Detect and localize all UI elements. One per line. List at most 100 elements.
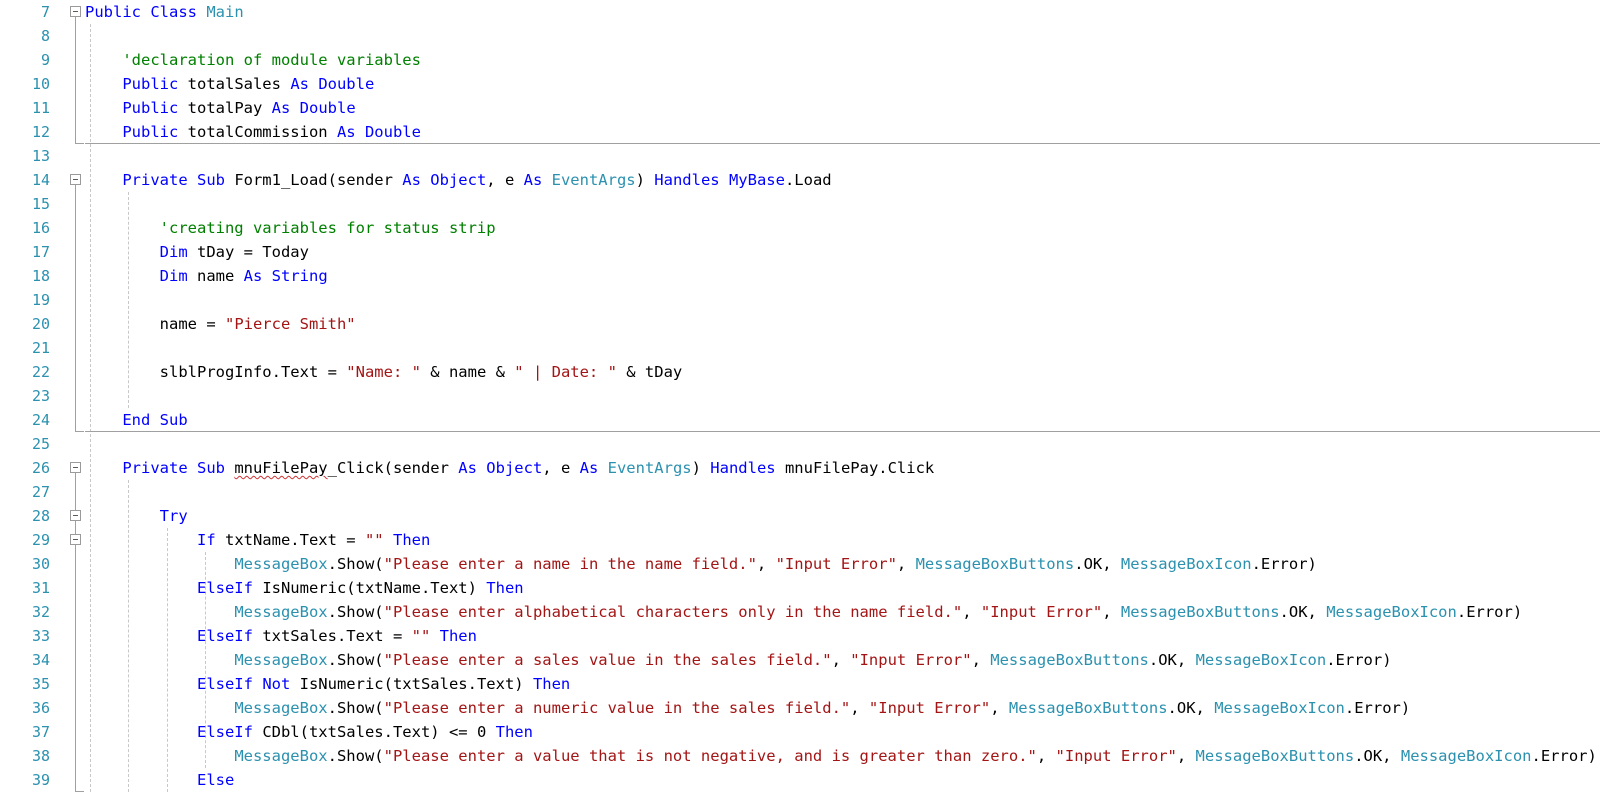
code-line-text[interactable]: Public Class Main: [85, 0, 244, 24]
code-line-text[interactable]: MessageBox.Show("Please enter a value th…: [85, 744, 1597, 768]
code-token: As: [271, 99, 300, 117]
code-line[interactable]: 21: [0, 336, 1600, 360]
code-token: "Input Error": [775, 555, 897, 573]
code-line[interactable]: 26 Private Sub mnuFilePay_Click(sender A…: [0, 456, 1600, 480]
code-token: Public: [85, 3, 151, 21]
code-token: Else: [196, 771, 235, 789]
code-line[interactable]: 18 Dim name As String: [0, 264, 1600, 288]
line-number: 31: [31, 579, 50, 597]
code-line[interactable]: 15: [0, 192, 1600, 216]
code-token: " | Date: ": [514, 363, 617, 381]
code-token: ,: [971, 651, 991, 669]
code-line-text[interactable]: ElseIf txtSales.Text = "" Then: [85, 624, 477, 648]
code-line[interactable]: 22 slblProgInfo.Text = "Name: " & name &…: [0, 360, 1600, 384]
code-token: Private: [122, 171, 197, 189]
line-number: 14: [31, 171, 50, 189]
code-line[interactable]: 13: [0, 144, 1600, 168]
code-token: ,: [1102, 603, 1121, 621]
code-token: As: [402, 171, 431, 189]
code-token: As: [336, 123, 365, 141]
code-token: "Please enter alphabetical characters on…: [383, 603, 963, 621]
code-token: MessageBoxIcon: [1195, 651, 1327, 669]
code-token: "Input Error": [868, 699, 991, 717]
code-line[interactable]: 14 Private Sub Form1_Load(sender As Obje…: [0, 168, 1600, 192]
code-line[interactable]: 11 Public totalPay As Double: [0, 96, 1600, 120]
code-line[interactable]: 28 Try: [0, 504, 1600, 528]
line-number: 9: [40, 51, 50, 69]
line-number: 26: [31, 459, 50, 477]
code-line-text[interactable]: Dim tDay = Today: [85, 240, 309, 264]
code-line[interactable]: 36 MessageBox.Show("Please enter a numer…: [0, 696, 1600, 720]
code-line[interactable]: 39 Else: [0, 768, 1600, 792]
code-token: "Pierce Smith": [224, 315, 356, 333]
code-token: totalCommission: [187, 123, 337, 141]
code-token: EventArgs: [551, 171, 636, 189]
code-line[interactable]: 34 MessageBox.Show("Please enter a sales…: [0, 648, 1600, 672]
code-line-text[interactable]: MessageBox.Show("Please enter alphabetic…: [85, 600, 1522, 624]
code-line-text[interactable]: Dim name As String: [85, 264, 328, 288]
line-number: 24: [31, 411, 50, 429]
code-line-text[interactable]: Try: [85, 504, 188, 528]
code-line[interactable]: 25: [0, 432, 1600, 456]
code-line[interactable]: 35 ElseIf Not IsNumeric(txtSales.Text) T…: [0, 672, 1600, 696]
code-line-text[interactable]: slblProgInfo.Text = "Name: " & name & " …: [85, 360, 683, 384]
code-token: As: [243, 267, 272, 285]
code-line-text[interactable]: ElseIf Not IsNumeric(txtSales.Text) Then: [85, 672, 570, 696]
code-token: Public: [122, 75, 188, 93]
code-line[interactable]: 7 Public Class Main: [0, 0, 1600, 24]
code-line[interactable]: 12 Public totalCommission As Double: [0, 120, 1600, 144]
code-token: Handles: [654, 171, 729, 189]
code-token: MessageBox: [234, 699, 328, 717]
code-line[interactable]: 9 'declaration of module variables: [0, 48, 1600, 72]
code-line-text[interactable]: End Sub: [85, 408, 187, 432]
code-line-text[interactable]: Else: [85, 768, 234, 792]
code-token: , e: [542, 459, 580, 477]
code-line[interactable]: 8: [0, 24, 1600, 48]
code-line[interactable]: 24 End Sub: [0, 408, 1600, 432]
code-token: totalSales: [187, 75, 291, 93]
code-line[interactable]: 37 ElseIf CDbl(txtSales.Text) <= 0 Then: [0, 720, 1600, 744]
code-line-text[interactable]: MessageBox.Show("Please enter a sales va…: [85, 648, 1391, 672]
code-line[interactable]: 16 'creating variables for status strip: [0, 216, 1600, 240]
code-line[interactable]: 33 ElseIf txtSales.Text = "" Then: [0, 624, 1600, 648]
line-number: 25: [31, 435, 50, 453]
error-squiggle-token: mnuFilePay: [234, 459, 328, 477]
code-line-text[interactable]: Public totalSales As Double: [85, 72, 374, 96]
code-line[interactable]: 23: [0, 384, 1600, 408]
code-line-text[interactable]: Private Sub Form1_Load(sender As Object,…: [85, 168, 831, 192]
code-line[interactable]: 29 If txtName.Text = "" Then: [0, 528, 1600, 552]
code-line-text[interactable]: MessageBox.Show("Please enter a name in …: [85, 552, 1317, 576]
code-editor-surface[interactable]: 7 Public Class Main 8 9 'declaration of mod…: [0, 0, 1600, 800]
code-line[interactable]: 10 Public totalSales As Double: [0, 72, 1600, 96]
code-line[interactable]: 20 name = "Pierce Smith": [0, 312, 1600, 336]
code-line[interactable]: 31 ElseIf IsNumeric(txtName.Text) Then: [0, 576, 1600, 600]
code-line-text[interactable]: Public totalCommission As Double: [85, 120, 421, 144]
code-token: Then: [486, 579, 524, 597]
code-token: Dim: [159, 243, 197, 261]
code-token: IsNumeric(txtName.Text): [262, 579, 487, 597]
code-token: ): [635, 171, 655, 189]
code-line[interactable]: 19: [0, 288, 1600, 312]
code-line-text[interactable]: MessageBox.Show("Please enter a numeric …: [85, 696, 1410, 720]
code-line[interactable]: 17 Dim tDay = Today: [0, 240, 1600, 264]
code-line[interactable]: 30 MessageBox.Show("Please enter a name …: [0, 552, 1600, 576]
code-line-text[interactable]: If txtName.Text = "" Then: [85, 528, 430, 552]
code-token: .Show(: [327, 603, 384, 621]
line-number: 16: [31, 219, 50, 237]
code-line-text[interactable]: 'declaration of module variables: [85, 48, 421, 72]
code-line[interactable]: 27: [0, 480, 1600, 504]
code-token: 'creating variables for status strip: [85, 219, 496, 237]
code-line-text[interactable]: 'creating variables for status strip: [85, 216, 496, 240]
code-line[interactable]: 38 MessageBox.Show("Please enter a value…: [0, 744, 1600, 768]
code-line-text[interactable]: ElseIf IsNumeric(txtName.Text) Then: [85, 576, 524, 600]
code-token: Then: [532, 675, 571, 693]
code-line[interactable]: 32 MessageBox.Show("Please enter alphabe…: [0, 600, 1600, 624]
code-line-text[interactable]: Public totalPay As Double: [85, 96, 355, 120]
code-line-text[interactable]: ElseIf CDbl(txtSales.Text) <= 0 Then: [85, 720, 533, 744]
code-line-text[interactable]: Private Sub mnuFilePay_Click(sender As O…: [85, 456, 934, 480]
code-line-text[interactable]: name = "Pierce Smith": [85, 312, 356, 336]
